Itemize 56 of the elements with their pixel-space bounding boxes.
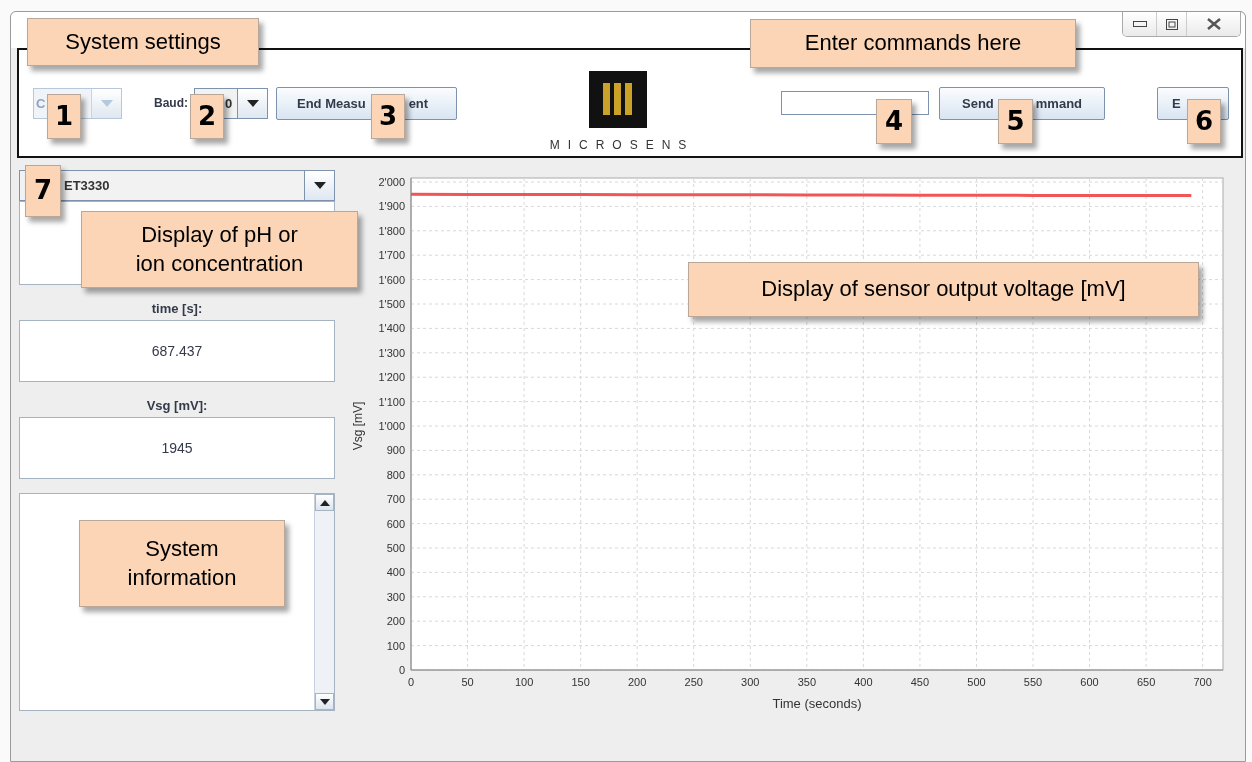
y-tick-label: 300 xyxy=(386,590,405,603)
x-tick-label: 300 xyxy=(741,676,760,688)
x-tick-label: 150 xyxy=(571,676,590,688)
number-tooltip: 2 xyxy=(190,94,224,139)
callout-tooltip: Display of pH or ion concentration xyxy=(81,211,358,288)
y-tick-label: 1'900 xyxy=(378,200,405,213)
x-tick-label: 50 xyxy=(461,676,474,688)
readout-label: Vsg [mV]: xyxy=(145,398,209,413)
baud-label: Baud: xyxy=(154,96,188,110)
number-tooltip: 7 xyxy=(25,165,61,217)
readout-label: time [s]: xyxy=(150,301,204,316)
x-tick-label: 0 xyxy=(407,676,415,688)
y-tick-label: 900 xyxy=(386,444,405,457)
number-tooltip: 4 xyxy=(876,99,912,144)
y-tick-label: 2'000 xyxy=(378,176,405,188)
y-tick-label: 1'200 xyxy=(378,371,405,384)
y-tick-label: 1'100 xyxy=(378,395,405,408)
x-tick-label: 550 xyxy=(1023,676,1043,688)
readout-value: 1945 xyxy=(161,440,193,456)
number-tooltip: 1 xyxy=(47,94,81,139)
y-tick-label: 800 xyxy=(386,468,405,481)
x-tick-label: 700 xyxy=(1193,676,1212,688)
callout-tooltip: Display of sensor output voltage [mV] xyxy=(688,262,1199,317)
number-tooltip: 3 xyxy=(371,94,405,139)
logo-text: MICROSENS xyxy=(549,137,695,152)
y-axis-title: Vsg [mV] xyxy=(351,401,365,451)
y-tick-label: 200 xyxy=(386,615,405,628)
x-tick-label: 650 xyxy=(1136,676,1156,688)
y-tick-label: 100 xyxy=(386,639,405,652)
x-tick-label: 200 xyxy=(628,676,647,688)
x-tick-label: 250 xyxy=(684,676,703,688)
x-tick-label: 600 xyxy=(1080,676,1099,688)
y-tick-label: 1'400 xyxy=(378,322,405,335)
y-tick-label: 600 xyxy=(386,517,405,530)
x-axis-title: Time (seconds) xyxy=(772,696,862,711)
y-tick-label: 0 xyxy=(398,664,405,676)
y-tick-label: 1'000 xyxy=(378,420,405,432)
x-tick-label: 450 xyxy=(910,676,930,688)
x-tick-label: 500 xyxy=(967,676,986,688)
readout-value: 687.437 xyxy=(151,343,203,359)
y-tick-label: 1'800 xyxy=(378,224,405,237)
y-tick-label: 700 xyxy=(386,493,405,506)
y-tick-label: 1'300 xyxy=(378,346,405,359)
x-tick-label: 100 xyxy=(514,676,534,688)
callout-tooltip: System settings xyxy=(27,18,259,66)
number-tooltip: 6 xyxy=(1187,99,1221,144)
x-tick-label: 350 xyxy=(797,676,816,688)
y-tick-label: 500 xyxy=(386,542,405,554)
x-tick-label: 400 xyxy=(854,676,873,688)
y-tick-label: 1'600 xyxy=(378,273,405,286)
number-tooltip: 5 xyxy=(998,99,1033,144)
y-tick-label: 1'500 xyxy=(378,298,405,310)
callout-tooltip: System information xyxy=(79,520,285,607)
callout-tooltip: Enter commands here xyxy=(750,19,1076,68)
y-tick-label: 400 xyxy=(386,566,405,579)
y-tick-label: 1'700 xyxy=(378,249,405,262)
